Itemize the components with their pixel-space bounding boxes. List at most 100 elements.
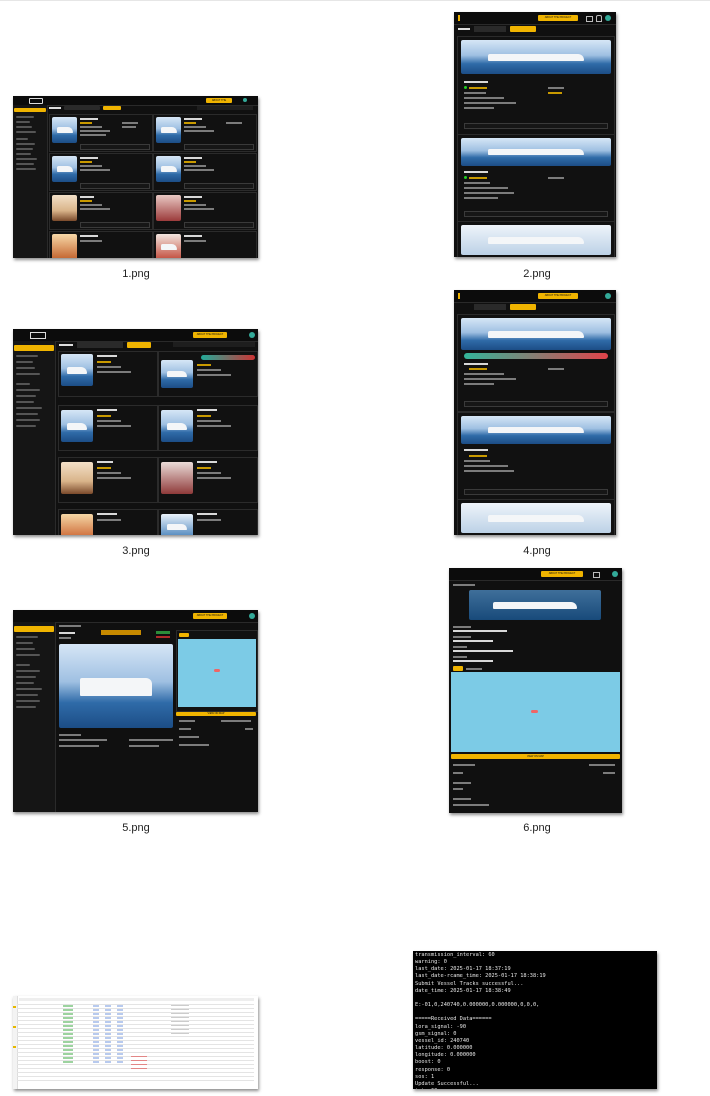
vessel-card[interactable] (158, 457, 258, 503)
file-thumbnail-8[interactable]: transmission_interval: 60 warning: 0 last_… (413, 951, 657, 1089)
vessel-card[interactable] (49, 153, 153, 191)
mail-icon[interactable] (586, 16, 593, 22)
avatar[interactable] (243, 98, 247, 102)
console-line: response: 0 (415, 1066, 451, 1073)
vessel-card[interactable] (49, 114, 153, 152)
vessel-photo-carousel[interactable] (469, 590, 601, 620)
map-panel (176, 630, 258, 712)
search-input[interactable] (64, 106, 100, 110)
console-line: E:-01,0,240740,0.000000,0.000000,0,0,0, (415, 1002, 540, 1009)
vessel-card[interactable] (153, 153, 257, 191)
about-button[interactable]: ABOUT THE PROJECT (193, 613, 227, 619)
filter-button[interactable] (510, 26, 536, 32)
console-line: boost: 0 (415, 1059, 441, 1066)
file-name-label: 6.png (523, 822, 551, 834)
console-line: lora_signal: -90 (415, 1023, 467, 1030)
sort-tabs[interactable] (173, 342, 255, 347)
avatar[interactable] (249, 613, 255, 619)
vessel-card[interactable] (153, 192, 257, 230)
app-header: ABOUT THE PROJECT (454, 12, 616, 25)
about-button[interactable]: ABOUT THE PROJECT (538, 293, 578, 299)
vessel-card[interactable] (49, 231, 153, 258)
vessel-card[interactable] (457, 221, 615, 257)
avatar[interactable] (605, 15, 611, 21)
vessel-title (101, 630, 141, 635)
filter-button[interactable] (103, 106, 121, 110)
file-name-label: 2.png (523, 268, 551, 280)
view-on-map-button[interactable]: VIEW ON MAP (176, 712, 256, 716)
about-button[interactable]: ABOUT THE PROJECT (193, 332, 227, 338)
vessel-card[interactable] (58, 351, 158, 397)
avatar[interactable] (612, 571, 618, 577)
console-line: warning: 0 (415, 959, 447, 966)
vessel-card[interactable] (457, 314, 615, 412)
vessel-map[interactable] (451, 672, 620, 752)
sidebar-active-item[interactable] (14, 108, 46, 112)
file-thumbnail-5[interactable]: ABOUT THE PROJECT VIEW ON MAP (13, 610, 258, 812)
vessel-card[interactable] (153, 231, 257, 258)
app-header: ABOUT THE PROJECT (13, 96, 258, 106)
console-line: =====Received Data====== (415, 1016, 492, 1023)
map-tab[interactable] (179, 633, 189, 637)
vessel-photo-carousel[interactable] (59, 644, 173, 728)
file-thumbnail-1[interactable]: ABOUT THE PROJECT (13, 96, 258, 258)
view-on-map-button[interactable]: VIEW ON MAP (451, 754, 620, 759)
console-line: last_date: 2025-01-17 18:37:19 (415, 966, 511, 973)
vessel-card[interactable] (58, 509, 158, 535)
search-input[interactable] (77, 342, 123, 348)
vessel-card[interactable] (58, 405, 158, 451)
sidebar (13, 622, 56, 812)
avatar[interactable] (249, 332, 255, 338)
vessel-card[interactable] (153, 114, 257, 152)
file-thumbnail-6[interactable]: ABOUT THE PROJECT VIEW ON MAP (449, 568, 622, 813)
serial-console-output: transmission_interval: 60 warning: 0 last_… (415, 952, 655, 1089)
console-line: sos: 1 (415, 1073, 435, 1080)
sos-badge (156, 636, 170, 638)
console-line: Submit Vessel Tracks successful... (415, 980, 524, 987)
console-line: transmission_interval: 60 (415, 952, 495, 958)
vessel-marker-icon[interactable] (531, 710, 538, 713)
sidebar-active-item[interactable] (14, 626, 54, 632)
sidebar-active-item[interactable] (14, 345, 54, 351)
vessel-card[interactable] (457, 412, 615, 500)
vessel-card[interactable] (457, 36, 615, 135)
search-input[interactable] (474, 304, 506, 310)
menu-icon[interactable] (458, 293, 460, 299)
about-button[interactable]: ABOUT THE PROJECT (206, 98, 232, 103)
avatar[interactable] (605, 293, 611, 299)
map-tab[interactable] (453, 666, 463, 671)
file-name-label: 5.png (122, 822, 150, 834)
about-button[interactable]: ABOUT THE PROJECT (538, 15, 578, 21)
file-thumbnail-7[interactable] (13, 996, 258, 1089)
logo-icon (29, 98, 43, 104)
app-header: ABOUT THE PROJECT (454, 290, 616, 303)
vessel-map[interactable] (178, 639, 256, 707)
file-thumbnail-2[interactable]: ABOUT THE PROJECT (454, 12, 616, 257)
search-input[interactable] (474, 26, 506, 32)
sos-alert-banner[interactable] (464, 353, 608, 359)
menu-icon[interactable] (458, 15, 460, 21)
vessel-card[interactable] (158, 509, 258, 535)
filter-button[interactable] (510, 304, 536, 310)
sort-tabs[interactable] (197, 106, 253, 110)
vessel-card[interactable] (58, 457, 158, 503)
vessel-card[interactable] (49, 192, 153, 230)
file-thumbnail-3[interactable]: ABOUT THE PROJECT (13, 329, 258, 535)
about-button[interactable]: ABOUT THE PROJECT (541, 571, 583, 577)
file-name-label: 1.png (122, 268, 150, 280)
console-line: date_time: 2025-01-17 18:38:49 (415, 987, 511, 994)
console-line: gsm_signal: 0 (415, 1030, 457, 1037)
sos-alert-banner[interactable] (201, 355, 255, 360)
filter-button[interactable] (127, 342, 151, 348)
vessel-card[interactable] (457, 499, 615, 535)
vessel-card[interactable] (158, 405, 258, 451)
file-thumbnail-4[interactable]: ABOUT THE PROJECT (454, 290, 616, 535)
vessel-card[interactable] (158, 351, 258, 397)
mail-icon[interactable] (593, 572, 600, 578)
bell-icon[interactable] (596, 15, 602, 22)
console-line: Update Successful... (415, 1080, 479, 1087)
vessel-card[interactable] (457, 134, 615, 222)
vessel-marker-icon[interactable] (214, 669, 220, 672)
